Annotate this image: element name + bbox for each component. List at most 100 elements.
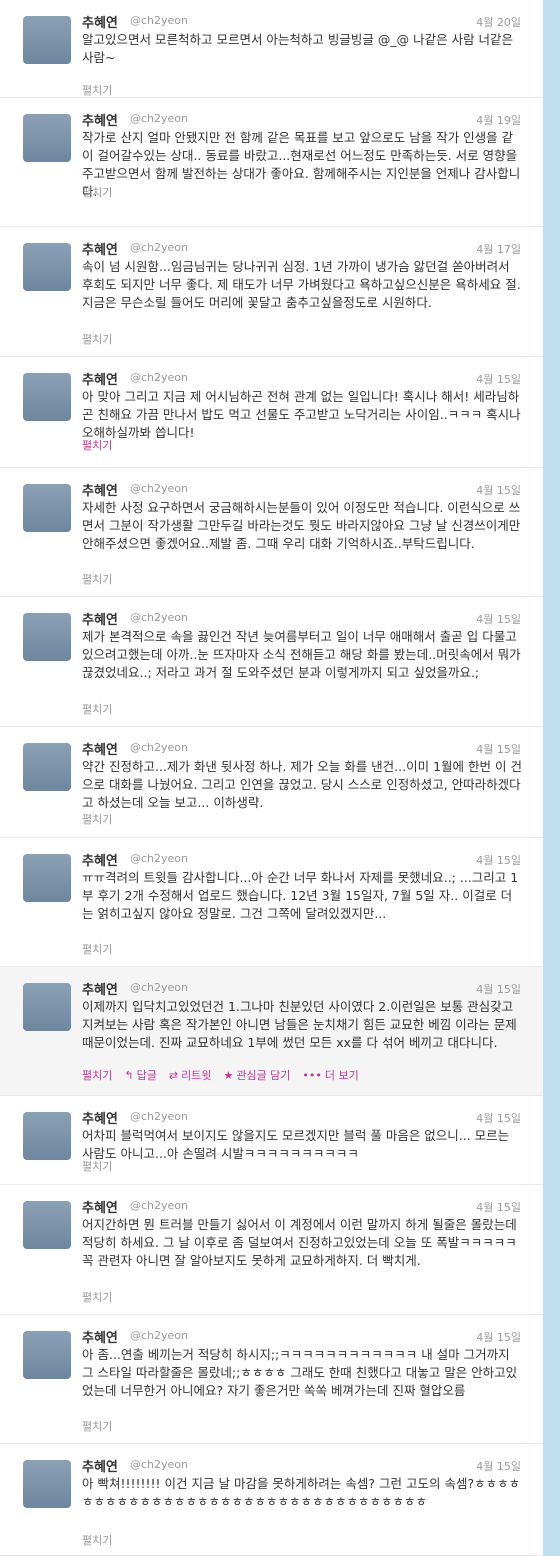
expand-link[interactable]: 펼치기 [82, 1067, 112, 1083]
expand-link[interactable]: 펼치기 [82, 571, 112, 587]
expand-link[interactable]: 펼치기 [82, 331, 112, 347]
tweet-author-handle[interactable]: @ch2yeon [130, 852, 188, 865]
more-dots-icon: ••• [302, 1069, 322, 1082]
avatar[interactable] [23, 114, 71, 162]
tweet-timestamp[interactable]: 4월 15일 [476, 611, 521, 627]
avatar[interactable] [23, 1460, 71, 1508]
expand-link[interactable]: 펼치기 [82, 701, 112, 717]
tweet-item[interactable]: 추혜연 @ch2yeon 4월 15일아 좀...연출 베끼는거 적당히 하시지;;… [0, 1315, 543, 1444]
tweet-actions: 펼치기 ↰ 답글 ⇄ 리트윗 ★ 관심글 담기 ••• 더 보기 [82, 1067, 359, 1083]
tweet-author-name[interactable]: 추혜연 [82, 1108, 118, 1127]
tweet-text: 자세한 사정 요구하면서 궁금해하시는분들이 있어 이정도만 적습니다. 이런식… [82, 500, 521, 551]
timeline: 추혜연 @ch2yeon 4월 20일 알고있으면서 모른척하고 모르면서 아는척하고… [0, 0, 543, 1556]
tweet-item[interactable]: 추혜연 @ch2yeon 4월 19일 작가로 산지 얼마 안됐지만 전 함께 같은 … [0, 98, 543, 227]
avatar[interactable] [23, 1112, 71, 1160]
retweet-action[interactable]: ⇄ 리트윗 [169, 1067, 212, 1083]
reply-action[interactable]: ↰ 답글 [124, 1067, 156, 1083]
tweet-author-handle[interactable]: @ch2yeon [130, 741, 188, 754]
tweet-author-name[interactable]: 추혜연 [82, 979, 118, 998]
avatar[interactable] [23, 854, 71, 902]
tweet-author-handle[interactable]: @ch2yeon [130, 1110, 188, 1123]
expand-link[interactable]: 펼치기 [82, 1532, 112, 1548]
expand-link[interactable]: 펼치기 [82, 1418, 112, 1434]
tweet-author-name[interactable]: 추혜연 [82, 12, 118, 31]
tweet-author-handle[interactable]: @ch2yeon [130, 611, 188, 624]
tweet-item[interactable]: 추혜연 @ch2yeon 4월 15일자세한 사정 요구하면서 궁금해하시는분들이 … [0, 468, 543, 597]
tweet-author-handle[interactable]: @ch2yeon [130, 112, 188, 125]
action-label: 리트윗 [181, 1069, 212, 1082]
tweet-author-name[interactable]: 추혜연 [82, 110, 118, 129]
tweet-timestamp[interactable]: 4월 15일 [476, 1110, 521, 1126]
tweet-author-handle[interactable]: @ch2yeon [130, 371, 188, 384]
tweet-item[interactable]: 추혜연 @ch2yeon 4월 15일 약간 진정하고...제가 화낸 뒷사정 하나.… [0, 727, 543, 838]
tweet-author-name[interactable]: 추혜연 [82, 1327, 118, 1346]
avatar[interactable] [23, 743, 71, 791]
scrollbar[interactable] [543, 0, 560, 1556]
tweet-text: 속이 넘 시원함...임금님귀는 당나귀귀 심정. 1년 가까이 냉가슴 앓던걸… [82, 259, 521, 310]
tweet-author-handle[interactable]: @ch2yeon [130, 482, 188, 495]
tweet-timestamp[interactable]: 4월 15일 [476, 1199, 521, 1215]
action-label: 관심글 담기 [236, 1069, 291, 1082]
avatar[interactable] [23, 484, 71, 532]
action-label: 더 보기 [324, 1069, 359, 1082]
expand-link[interactable]: 펼치기 [82, 184, 112, 200]
tweet-timestamp[interactable]: 4월 17일 [476, 241, 521, 257]
tweet-item[interactable]: 추혜연 @ch2yeon 4월 15일 어지간하면 뭔 트러블 만들기 싫어서 이 계… [0, 1185, 543, 1315]
tweet-author-name[interactable]: 추혜연 [82, 609, 118, 628]
tweet-text: 제가 본격적으로 속을 끓인건 작년 늦여름부터고 일이 너무 애매해서 출곧 … [82, 629, 521, 680]
tweet-author-name[interactable]: 추혜연 [82, 369, 118, 388]
expand-link[interactable]: 펼치기 [82, 941, 112, 957]
expand-link[interactable]: 펼치기 [82, 1158, 112, 1174]
tweet-author-name[interactable]: 추혜연 [82, 739, 118, 758]
tweet-timestamp[interactable]: 4월 15일 [476, 371, 521, 387]
expand-link[interactable]: 펼치기 [82, 437, 112, 453]
tweet-text: ㅠㅠ격려의 트윗들 감사합니다...아 순간 너무 화나서 자제를 못했네요..… [82, 870, 519, 921]
tweet-item[interactable]: 추혜연 @ch2yeon 4월 15일제가 본격적으로 속을 끓인건 작년 늦여름부… [0, 597, 543, 727]
tweet-author-handle[interactable]: @ch2yeon [130, 14, 188, 27]
tweet-author-handle[interactable]: @ch2yeon [130, 1199, 188, 1212]
avatar[interactable] [23, 373, 71, 421]
avatar[interactable] [23, 1331, 71, 1379]
tweet-author-name[interactable]: 추혜연 [82, 1456, 118, 1475]
tweet-text: 아 좀...연출 베끼는거 적당히 하시지;;ㅋㅋㅋㅋㅋㅋㅋㅋㅋㅋㅋㅋ 내 설마… [82, 1347, 518, 1398]
tweet-text: 아 빡쳐!!!!!!!! 이건 지금 날 마감을 못하게하려는 속셈? 그런 고… [82, 1476, 521, 1509]
tweet-author-name[interactable]: 추혜연 [82, 480, 118, 499]
reply-icon: ↰ [124, 1069, 134, 1082]
more-dots-action[interactable]: ••• 더 보기 [302, 1067, 358, 1083]
favorite-star-action[interactable]: ★ 관심글 담기 [223, 1067, 290, 1083]
tweet-author-handle[interactable]: @ch2yeon [130, 241, 188, 254]
tweet-item[interactable]: 추혜연 @ch2yeon 4월 17일속이 넘 시원함...임금님귀는 당나귀귀 심… [0, 227, 543, 357]
tweet-author-name[interactable]: 추혜연 [82, 1197, 118, 1216]
tweet-item[interactable]: 추혜연 @ch2yeon 4월 15일아 맞아 그리고 지금 제 어시님하곤 전혀 … [0, 357, 543, 468]
avatar[interactable] [23, 1201, 71, 1249]
tweet-author-handle[interactable]: @ch2yeon [130, 1458, 188, 1471]
tweet-author-name[interactable]: 추혜연 [82, 239, 118, 258]
avatar[interactable] [23, 16, 71, 64]
tweet-timestamp[interactable]: 4월 15일 [476, 1458, 521, 1474]
tweet-timestamp[interactable]: 4월 19일 [476, 112, 521, 128]
favorite-star-icon: ★ [223, 1069, 234, 1082]
avatar[interactable] [23, 243, 71, 291]
tweet-text: 아 맞아 그리고 지금 제 어시님하곤 전혀 관계 없는 일입니다! 혹시나 해… [82, 389, 521, 440]
avatar[interactable] [23, 613, 71, 661]
expand-link[interactable]: 펼치기 [82, 1289, 112, 1305]
tweet-author-handle[interactable]: @ch2yeon [130, 981, 188, 994]
tweet-item[interactable]: 추혜연 @ch2yeon 4월 15일아 빡쳐!!!!!!!! 이건 지금 날 마감… [0, 1444, 543, 1556]
tweet-timestamp[interactable]: 4월 15일 [476, 482, 521, 498]
tweet-timestamp[interactable]: 4월 15일 [476, 741, 521, 757]
tweet-item[interactable]: 추혜연 @ch2yeon 4월 15일 ㅠㅠ격려의 트윗들 감사합니다...아 순간 … [0, 838, 543, 967]
tweet-timestamp[interactable]: 4월 15일 [476, 1329, 521, 1345]
tweet-author-handle[interactable]: @ch2yeon [130, 1329, 188, 1342]
tweet-item[interactable]: 추혜연 @ch2yeon 4월 15일 이제까지 입닥치고있었던건 1.그나마 친분있… [0, 967, 543, 1096]
tweet-text: 어차피 블럭먹여서 보이지도 않을지도 모르겠지만 블럭 풀 마음은 없으니..… [82, 1128, 510, 1161]
tweet-timestamp[interactable]: 4월 15일 [476, 981, 521, 997]
avatar[interactable] [23, 983, 71, 1031]
tweet-item[interactable]: 추혜연 @ch2yeon 4월 20일 알고있으면서 모른척하고 모르면서 아는척하고… [0, 0, 543, 98]
tweet-timestamp[interactable]: 4월 20일 [476, 14, 521, 30]
tweet-author-name[interactable]: 추혜연 [82, 850, 118, 869]
action-label: 답글 [136, 1069, 157, 1082]
tweet-timestamp[interactable]: 4월 15일 [476, 852, 521, 868]
expand-link[interactable]: 펼치기 [82, 82, 112, 98]
tweet-item[interactable]: 추혜연 @ch2yeon 4월 15일어차피 블럭먹여서 보이지도 않을지도 모르겠… [0, 1096, 543, 1185]
expand-link[interactable]: 펼치기 [82, 811, 112, 827]
